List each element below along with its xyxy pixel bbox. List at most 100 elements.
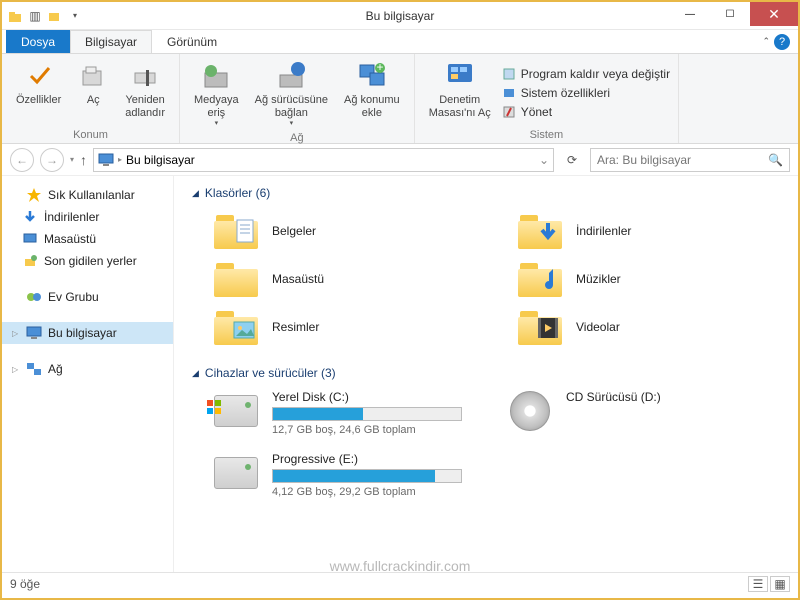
ribbon-control-panel-button[interactable]: Denetim Masası'nı Aç	[423, 58, 497, 127]
ribbon-group-network: Ağ	[188, 130, 406, 144]
search-input[interactable]	[597, 153, 762, 167]
sidebar-downloads[interactable]: İndirilenler	[2, 206, 173, 228]
content-pane: ◢ Klasörler (6) Belgeler İndirilenler Ma…	[174, 176, 798, 572]
drive-item[interactable]: CD Sürücüsü (D:)	[506, 390, 780, 436]
tab-computer[interactable]: Bilgisayar	[70, 30, 152, 53]
section-drives-header[interactable]: ◢ Cihazlar ve sürücüler (3)	[192, 366, 780, 380]
search-box[interactable]: 🔍	[590, 148, 790, 172]
address-dropdown-icon[interactable]: ⌄	[539, 153, 549, 167]
forward-button[interactable]: →	[40, 148, 64, 172]
folder-icon	[516, 258, 564, 300]
desktop-icon	[22, 231, 38, 247]
sidebar-recent[interactable]: Son gidilen yerler	[2, 250, 173, 272]
folder-icon	[212, 258, 260, 300]
recent-locations-icon[interactable]: ▾	[70, 155, 74, 164]
drive-capacity-bar	[272, 469, 462, 483]
folder-name: Müzikler	[576, 272, 621, 286]
title-bar: ▥ ▾ Bu bilgisayar — ☐ ✕	[2, 2, 798, 30]
chevron-down-icon: ▾	[215, 120, 219, 128]
icons-view-button[interactable]: ▦	[770, 576, 790, 592]
minimize-button[interactable]: —	[670, 2, 710, 26]
ribbon-media-access-button[interactable]: Medyaya eriş ▾	[188, 58, 245, 130]
navigation-bar: ← → ▾ ↑ ▸ Bu bilgisayar ⌄ ⟳ 🔍	[2, 144, 798, 176]
tab-view[interactable]: Görünüm	[152, 30, 232, 53]
section-folders-header[interactable]: ◢ Klasörler (6)	[192, 186, 780, 200]
maximize-button[interactable]: ☐	[710, 2, 750, 26]
folder-icon	[516, 306, 564, 348]
sidebar-desktop[interactable]: Masaüstü	[2, 228, 173, 250]
sidebar-network[interactable]: ▷ Ağ	[2, 358, 173, 380]
ribbon-properties-button[interactable]: Özellikler	[10, 58, 67, 127]
folder-icon	[212, 210, 260, 252]
ribbon-add-network-button[interactable]: + Ağ konumu ekle	[338, 58, 406, 130]
drive-stats: 4,12 GB boş, 29,2 GB toplam	[272, 486, 462, 498]
drive-item[interactable]: Progressive (E:) 4,12 GB boş, 29,2 GB to…	[212, 452, 486, 498]
map-drive-icon	[275, 60, 307, 92]
download-arrow-icon	[22, 209, 38, 225]
folder-item[interactable]: İndirilenler	[516, 210, 780, 252]
drive-name: Yerel Disk (C:)	[272, 390, 462, 404]
sidebar-this-pc[interactable]: ▷ Bu bilgisayar	[2, 322, 173, 344]
drive-item[interactable]: Yerel Disk (C:) 12,7 GB boş, 24,6 GB top…	[212, 390, 486, 436]
details-view-button[interactable]: ☰	[748, 576, 768, 592]
sidebar-homegroup[interactable]: Ev Grubu	[2, 286, 173, 308]
folder-item[interactable]: Müzikler	[516, 258, 780, 300]
address-bar[interactable]: ▸ Bu bilgisayar ⌄	[93, 148, 554, 172]
media-access-icon	[200, 60, 232, 92]
svg-text:+: +	[376, 61, 383, 74]
ribbon: Özellikler Aç Yeniden adlandır Konum	[2, 54, 798, 144]
back-button[interactable]: ←	[10, 148, 34, 172]
qat-dropdown-icon[interactable]: ▾	[68, 9, 82, 23]
checkmark-icon	[23, 60, 55, 92]
drive-stats: 12,7 GB boş, 24,6 GB toplam	[272, 424, 462, 436]
help-icon[interactable]: ?	[774, 34, 790, 50]
refresh-button[interactable]: ⟳	[560, 148, 584, 172]
folder-item[interactable]: Videolar	[516, 306, 780, 348]
chevron-down-icon: ▾	[290, 120, 294, 128]
hard-drive-icon	[214, 395, 258, 427]
qat-new-folder-icon[interactable]	[48, 9, 62, 23]
folder-name: Masaüstü	[272, 272, 324, 286]
folder-icon	[212, 306, 260, 348]
folder-name: İndirilenler	[576, 224, 631, 238]
folder-item[interactable]: Masaüstü	[212, 258, 476, 300]
ribbon-uninstall-button[interactable]: Program kaldır veya değiştir	[501, 66, 670, 82]
system-properties-icon	[501, 85, 517, 101]
cd-drive-icon	[510, 391, 550, 431]
computer-icon	[26, 325, 42, 341]
ribbon-group-location: Konum	[10, 127, 171, 141]
hard-drive-icon	[214, 457, 258, 489]
item-count: 9 öğe	[10, 577, 40, 591]
ribbon-map-drive-button[interactable]: Ağ sürücüsüne bağlan ▾	[249, 58, 334, 130]
collapse-icon: ◢	[192, 368, 199, 379]
status-bar: 9 öğe ☰ ▦	[2, 572, 798, 594]
drive-name: CD Sürücüsü (D:)	[566, 390, 756, 404]
drive-capacity-bar	[272, 407, 462, 421]
ribbon-group-system: Sistem	[423, 127, 670, 141]
up-button[interactable]: ↑	[80, 152, 87, 168]
tab-file[interactable]: Dosya	[6, 30, 70, 53]
qat-properties-icon[interactable]: ▥	[28, 9, 42, 23]
folder-item[interactable]: Resimler	[212, 306, 476, 348]
collapse-ribbon-icon[interactable]: ⌃	[762, 36, 770, 47]
sidebar-favorites[interactable]: Sık Kullanılanlar	[2, 184, 173, 206]
rename-icon	[129, 60, 161, 92]
star-icon	[26, 187, 42, 203]
folder-item[interactable]: Belgeler	[212, 210, 476, 252]
breadcrumb[interactable]: Bu bilgisayar	[126, 153, 195, 167]
ribbon-open-button[interactable]: Aç	[71, 58, 115, 127]
ribbon-rename-button[interactable]: Yeniden adlandır	[119, 58, 171, 127]
ribbon-tabs: Dosya Bilgisayar Görünüm ⌃ ?	[2, 30, 798, 54]
drive-name: Progressive (E:)	[272, 452, 462, 466]
folder-name: Videolar	[576, 320, 620, 334]
folder-name: Resimler	[272, 320, 319, 334]
control-panel-icon	[444, 60, 476, 92]
folder-name: Belgeler	[272, 224, 316, 238]
folder-icon	[516, 210, 564, 252]
search-icon[interactable]: 🔍	[768, 153, 783, 167]
ribbon-manage-button[interactable]: Yönet	[501, 104, 670, 120]
network-icon	[26, 361, 42, 377]
collapse-icon: ◢	[192, 188, 199, 199]
ribbon-system-properties-button[interactable]: Sistem özellikleri	[501, 85, 670, 101]
close-button[interactable]: ✕	[750, 2, 798, 26]
